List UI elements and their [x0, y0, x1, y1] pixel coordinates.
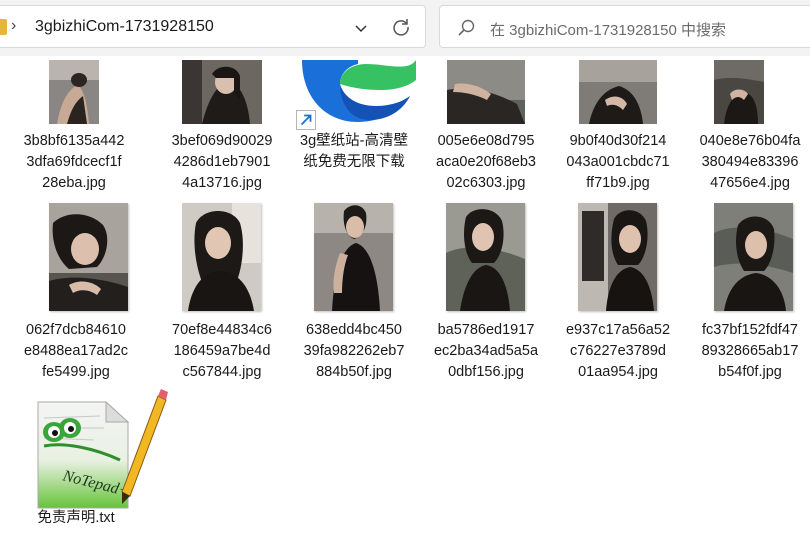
- file-item[interactable]: e937c17a56a52 c76227e3789d 01aa954.jpg: [556, 203, 680, 383]
- search-icon: [458, 19, 475, 36]
- search-box[interactable]: 在 3gbizhiCom-1731928150 中搜索: [439, 5, 810, 48]
- file-name: e937c17a56a52 c76227e3789d 01aa954.jpg: [565, 322, 671, 380]
- file-name: 005e6e08d795 aca0e20f68eb3 02c6303.jpg: [436, 133, 536, 191]
- notepadplusplus-icon: NoTepad+: [37, 389, 168, 509]
- image-thumbnail: [49, 60, 99, 124]
- search-placeholder: 在 3gbizhiCom-1731928150 中搜索: [490, 22, 726, 39]
- file-item[interactable]: NoTepad+ 免责声明.txt: [14, 388, 168, 533]
- file-item[interactable]: 9b0f40d30f214 043a001cbdc71 ff71b9.jpg: [556, 60, 680, 200]
- image-thumbnail: [714, 60, 764, 124]
- file-item[interactable]: 3bef069d90029 4286d1eb7901 4a13716.jpg: [160, 60, 284, 200]
- image-thumbnail: [579, 60, 657, 124]
- file-item[interactable]: 3g壁纸站-高清壁 纸免费无限下载: [292, 60, 416, 200]
- file-item[interactable]: 3b8bf6135a442 3dfa69fdcecf1f 28eba.jpg: [12, 60, 136, 200]
- address-path[interactable]: 3gbizhiCom-1731928150: [35, 18, 214, 36]
- file-name: 3b8bf6135a442 3dfa69fdcecf1f 28eba.jpg: [23, 133, 125, 191]
- file-name: 062f7dcb84610 e8488ea17ad2c fe5499.jpg: [23, 322, 129, 380]
- file-item[interactable]: fc37bf152fdf47 89328665ab17 b54f0f.jpg: [688, 203, 810, 383]
- file-item[interactable]: 70ef8e44834c6 186459a7be4d c567844.jpg: [160, 203, 284, 383]
- shortcut-arrow-icon: [296, 110, 316, 130]
- file-name: 040e8e76b04fa 380494e83396 47656e4.jpg: [699, 133, 801, 191]
- folder-icon: [0, 19, 7, 35]
- image-thumbnail: [578, 203, 657, 311]
- file-name: 免责声明.txt: [37, 510, 115, 526]
- file-item[interactable]: 040e8e76b04fa 380494e83396 47656e4.jpg: [688, 60, 810, 200]
- file-item[interactable]: 062f7dcb84610 e8488ea17ad2c fe5499.jpg: [14, 203, 138, 383]
- image-thumbnail: [446, 203, 525, 311]
- chevron-right-icon[interactable]: ›: [11, 17, 16, 35]
- chevron-down-icon[interactable]: [352, 19, 370, 37]
- file-name: ba5786ed1917 ec2ba34ad5a5a 0dbf156.jpg: [433, 322, 539, 380]
- image-thumbnail: [182, 60, 262, 124]
- top-bar: › 3gbizhiCom-1731928150 在 3gbizhiCom-173…: [0, 0, 810, 56]
- image-thumbnail: [182, 203, 261, 311]
- image-thumbnail: [714, 203, 793, 311]
- image-thumbnail: [49, 203, 128, 311]
- file-name: 70ef8e44834c6 186459a7be4d c567844.jpg: [172, 322, 272, 380]
- file-item[interactable]: 638edd4bc450 39fa982262eb7 884b50f.jpg: [292, 203, 416, 383]
- image-thumbnail: [314, 203, 393, 311]
- file-name: fc37bf152fdf47 89328665ab17 b54f0f.jpg: [701, 322, 799, 380]
- file-name: 3g壁纸站-高清壁 纸免费无限下载: [300, 133, 408, 170]
- file-name: 638edd4bc450 39fa982262eb7 884b50f.jpg: [303, 322, 405, 380]
- file-name: 9b0f40d30f214 043a001cbdc71 ff71b9.jpg: [566, 133, 670, 191]
- refresh-icon[interactable]: [391, 17, 411, 37]
- file-item[interactable]: ba5786ed1917 ec2ba34ad5a5a 0dbf156.jpg: [424, 203, 548, 383]
- file-name: 3bef069d90029 4286d1eb7901 4a13716.jpg: [171, 133, 273, 191]
- image-thumbnail: [447, 60, 525, 124]
- address-bar[interactable]: › 3gbizhiCom-1731928150: [0, 5, 426, 48]
- file-item[interactable]: 005e6e08d795 aca0e20f68eb3 02c6303.jpg: [424, 60, 548, 200]
